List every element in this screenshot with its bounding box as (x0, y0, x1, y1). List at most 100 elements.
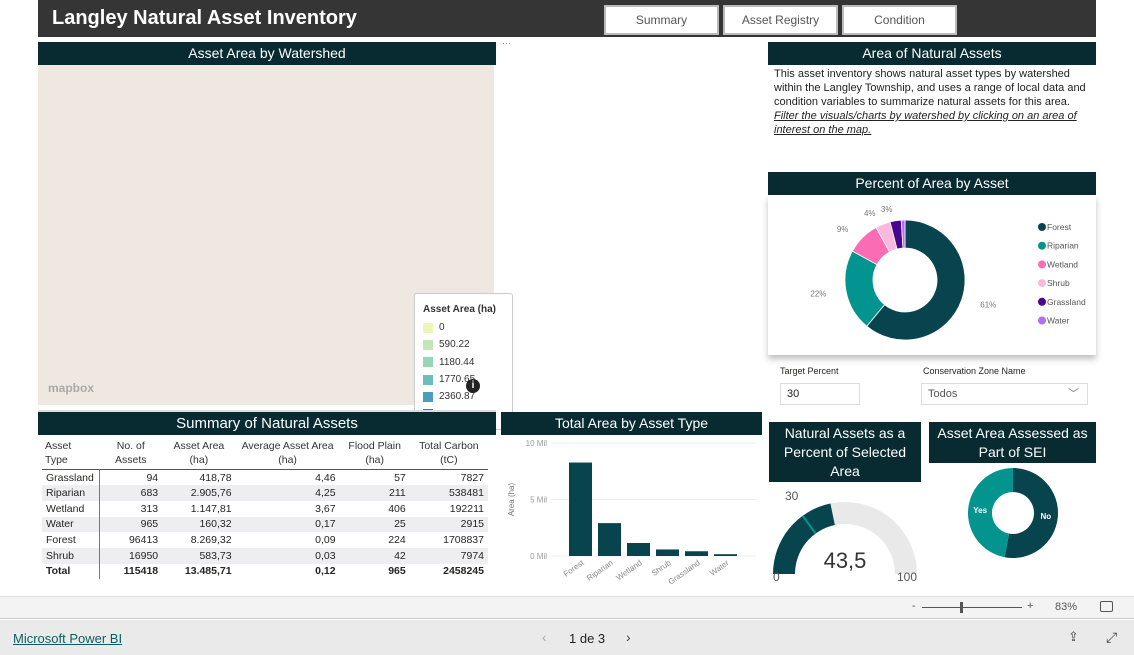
donut-data-label: 22% (810, 289, 826, 298)
table-cell: 0,12 (315, 565, 336, 578)
bar-water[interactable] (714, 554, 737, 556)
fullscreen-icon[interactable]: ⤢ (1106, 629, 1117, 646)
table-cell: 2458245 (443, 565, 484, 578)
summary-table: Asset Type No. of Assets Asset Area (ha) Av… (42, 437, 488, 580)
tab-summary[interactable]: Summary (604, 5, 719, 35)
table-cell: 2915 (409, 516, 488, 533)
legend-title: Asset Area (ha) (423, 304, 496, 315)
table-cell: 1.147,81 (190, 502, 232, 515)
donut-data-label: 9% (837, 225, 849, 234)
share-icon[interactable]: ⇪ (1068, 629, 1079, 645)
donut-data-label: 3% (881, 205, 893, 214)
table-cell: 8.269,32 (190, 534, 232, 547)
bar-chart-title: Total Area by Asset Type (501, 412, 762, 435)
legend-marker (1038, 316, 1046, 325)
power-bi-link[interactable]: Microsoft Power BI (13, 631, 122, 646)
column-header[interactable]: Total Carbon (tC) (410, 437, 488, 470)
zoom-out-button[interactable]: - (912, 600, 916, 612)
table-cell: 683 (99, 485, 163, 501)
zoom-in-button[interactable]: + (1027, 600, 1033, 612)
table-cell: 160,32 (162, 516, 236, 533)
bar-wetland[interactable] (627, 543, 650, 556)
legend-item: 1180.44 (423, 354, 504, 371)
gauge-title: Natural Assets as a Percent of Selected … (769, 422, 921, 482)
zoom-slider-handle[interactable] (960, 602, 963, 613)
gauge-target-label: 30 (785, 489, 799, 503)
info-text: This asset inventory shows natural asset… (774, 68, 1086, 108)
next-page-icon[interactable]: › (626, 629, 631, 645)
legend-label[interactable]: Shrub (1047, 278, 1070, 288)
zoom-bar: - + 83% (0, 596, 1134, 619)
tab-asset-registry[interactable]: Asset Registry (723, 5, 838, 35)
bar-chart: 0 Mil5 Mil10 MilArea (ha)Forest Riparian W… (507, 439, 756, 587)
donut-data-label: 61% (980, 300, 996, 309)
sei-data-label: No (1041, 512, 1052, 521)
table-cell: 4,25 (235, 485, 340, 501)
legend-label[interactable]: Grassland (1047, 297, 1086, 307)
more-options-icon[interactable]: ⋯ (502, 38, 511, 49)
info-link: Filter the visuals/charts by watershed b… (774, 110, 1077, 136)
legend-label[interactable]: Riparian (1047, 241, 1079, 251)
legend-marker (1038, 241, 1046, 250)
column-header[interactable]: Asset Type (42, 437, 99, 470)
table-cell: Water (42, 516, 100, 533)
legend-label[interactable]: Forest (1047, 222, 1072, 232)
legend-swatch (423, 374, 433, 385)
table-cell: 192211 (449, 502, 484, 515)
table-cell: 4,46 (315, 471, 336, 484)
table-cell: 13.485,71 (184, 565, 232, 578)
info-icon[interactable]: i (466, 379, 480, 393)
gauge-max-label: 100 (897, 570, 917, 584)
table-cell: Forest (42, 532, 100, 548)
table-cell: 0,09 (315, 534, 336, 547)
prev-page-icon[interactable]: ‹ (542, 629, 547, 645)
column-header[interactable]: Asset Area (ha) (162, 437, 235, 470)
legend-marker (1038, 223, 1046, 231)
table-cell: 583,73 (162, 547, 236, 564)
bar-riparian[interactable] (598, 523, 621, 556)
legend-marker (1038, 297, 1046, 306)
table-cell: Shrub (42, 547, 100, 564)
total-row: Total 115418 13.485,71 0,12 965 2458245 (42, 563, 488, 580)
table-cell: 57 (394, 471, 406, 484)
x-tick-label: Shrub (650, 558, 673, 578)
table-cell: Grassland (42, 469, 100, 486)
mapbox-logo: mapbox (48, 381, 95, 395)
table-cell: 42 (339, 547, 410, 564)
conservation-zone-label: Conservation Zone Name (923, 366, 1026, 376)
table-row: Grassland 94 418,78 4,46 57 7827 (42, 469, 488, 486)
y-tick-label: 10 Mil (526, 439, 548, 448)
legend-label[interactable]: Water (1047, 316, 1070, 326)
zoom-level: 83% (1055, 601, 1078, 613)
report-title: Langley Natural Asset Inventory (52, 7, 357, 29)
zoom-slider[interactable] (922, 607, 1022, 608)
target-percent-input[interactable]: 30 (780, 383, 860, 405)
legend-marker (1038, 260, 1046, 269)
donut-data-label: 4% (864, 209, 876, 218)
tab-condition[interactable]: Condition (842, 5, 957, 35)
table-row: Wetland 313 1.147,81 3,67 406 192211 (42, 500, 488, 517)
column-header[interactable]: Average Asset Area (ha) (236, 437, 340, 470)
bar-grassland[interactable] (685, 551, 708, 556)
table-cell: 2.905,76 (162, 485, 236, 501)
legend-swatch (423, 391, 433, 402)
bar-forest[interactable] (569, 462, 592, 556)
watershed-map[interactable]: Asset Area (ha) 0 590.22 1180.44 1770.65 236… (38, 65, 513, 430)
column-header[interactable]: Flood Plain (ha) (340, 437, 410, 470)
table-cell: 313 (140, 502, 159, 515)
x-tick-label: Forest (562, 558, 586, 579)
column-header[interactable]: No. of Assets (99, 437, 162, 470)
table-cell: Riparian (42, 485, 100, 501)
x-tick-label: Wetland (615, 558, 644, 582)
fit-to-page-icon[interactable] (1100, 601, 1113, 612)
table-row: Shrub 16950 583,73 0,03 42 7974 (42, 547, 488, 564)
table-cell: 0,17 (235, 516, 340, 533)
table-row: Water 965 160,32 0,17 25 2915 (42, 516, 488, 533)
legend-swatch (423, 339, 433, 350)
legend-label[interactable]: Wetland (1047, 259, 1078, 269)
table-cell: 406 (388, 502, 406, 515)
conservation-zone-dropdown[interactable]: Todos ﹀ (921, 383, 1088, 405)
bar-shrub[interactable] (656, 549, 679, 556)
percent-area-donut: 61% 22% 9% 4% 3% Forest Riparian Wetland Shrub Gr… (810, 205, 1086, 341)
table-cell: 115418 (123, 565, 159, 578)
